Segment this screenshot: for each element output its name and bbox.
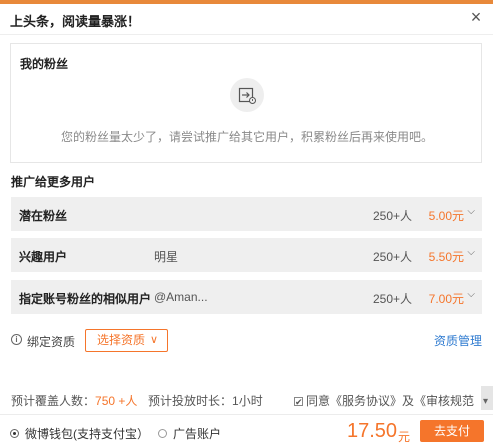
chevron-down-icon: ⌵ bbox=[467, 289, 475, 300]
duration-estimate: 预计投放时长：1小时 bbox=[148, 392, 263, 409]
chevron-down-icon: ∨ bbox=[149, 334, 158, 346]
qualification-row: i 绑定资质 选择资质 ∨ 资质管理 bbox=[11, 329, 482, 353]
promote-row-similar-followers[interactable]: 指定账号粉丝的相似用户 @Aman... 250+人 7.00元 ⌵ bbox=[11, 280, 482, 314]
info-icon: i bbox=[11, 334, 22, 345]
qualification-manage-link[interactable]: 资质管理 bbox=[434, 332, 482, 349]
chevron-down-icon: ⌵ bbox=[467, 206, 475, 217]
row-name: 兴趣用户 bbox=[19, 250, 68, 264]
row-audience-count: 250+人 bbox=[372, 209, 412, 223]
dialog-title: 上头条，阅读量暴涨！ bbox=[10, 14, 141, 29]
payment-bar: 微博钱包(支持支付宝） 广告账户 17.50 元 去支付 bbox=[0, 414, 493, 447]
dialog-titlebar: 上头条，阅读量暴涨！ × bbox=[0, 4, 493, 34]
row-audience-count: 250+人 bbox=[372, 250, 412, 264]
agreement-text[interactable]: 同意《服务协议》及《审核规范 bbox=[306, 394, 474, 408]
promote-section-title: 推广给更多用户 bbox=[11, 175, 96, 189]
title-divider bbox=[0, 34, 493, 35]
pay-button[interactable]: 去支付 bbox=[420, 420, 484, 442]
select-qualification-button[interactable]: 选择资质 ∨ bbox=[85, 329, 168, 352]
scrollbar-arrow[interactable] bbox=[481, 386, 493, 410]
total-price: 17.50 bbox=[347, 420, 398, 442]
chevron-down-icon: ⌵ bbox=[467, 247, 475, 258]
row-price: 7.00元 bbox=[428, 292, 464, 306]
fans-empty-message: 您的粉丝量太少了，请尝试推广给其它用户，积累粉丝后再来使用吧。 bbox=[60, 130, 433, 144]
price-unit: 元 bbox=[398, 430, 411, 444]
my-fans-title: 我的粉丝 bbox=[20, 57, 69, 71]
promote-row-interest-users[interactable]: 兴趣用户 明星 250+人 5.50元 ⌵ bbox=[11, 238, 482, 272]
qualification-label: 绑定资质 bbox=[27, 335, 76, 349]
row-name: 潜在粉丝 bbox=[19, 209, 68, 223]
promote-row-potential-fans[interactable]: 潜在粉丝 250+人 5.00元 ⌵ bbox=[11, 197, 482, 231]
row-detail: 明星 bbox=[154, 250, 179, 264]
row-detail: @Aman... bbox=[154, 290, 208, 304]
select-qualification-label: 选择资质 bbox=[97, 333, 146, 347]
row-price: 5.00元 bbox=[428, 209, 464, 223]
coverage-value: 750 +人 bbox=[95, 394, 138, 408]
coverage-label: 预计覆盖人数： bbox=[11, 394, 96, 408]
payment-option-label: 微博钱包(支持支付宝） bbox=[25, 427, 149, 441]
payment-option-wallet[interactable]: 微博钱包(支持支付宝） bbox=[10, 425, 149, 442]
agreement: ✔ 同意《服务协议》及《审核规范 bbox=[294, 392, 474, 409]
coverage-estimate: 预计覆盖人数：750 +人 bbox=[11, 392, 137, 409]
export-arrow-icon bbox=[230, 78, 264, 112]
row-price: 5.50元 bbox=[428, 250, 464, 264]
row-name: 指定账号粉丝的相似用户 bbox=[19, 292, 152, 306]
duration-label: 预计投放时长： bbox=[148, 394, 233, 408]
close-icon[interactable]: × bbox=[467, 8, 485, 26]
payment-option-ad-account[interactable]: 广告账户 bbox=[158, 425, 221, 442]
my-fans-panel: 我的粉丝 您的粉丝量太少了，请尝试推广给其它用户，积累粉丝后再来使用吧。 bbox=[10, 43, 482, 163]
duration-value: 1小时 bbox=[232, 394, 263, 408]
payment-option-label: 广告账户 bbox=[173, 427, 222, 441]
row-audience-count: 250+人 bbox=[372, 292, 412, 306]
agree-checkbox[interactable]: ✔ bbox=[294, 397, 303, 407]
estimate-summary: 预计覆盖人数：750 +人 预计投放时长：1小时 ✔ 同意《服务协议》及《审核规范 bbox=[11, 392, 493, 409]
radio-selected[interactable] bbox=[10, 429, 19, 438]
radio-unselected[interactable] bbox=[158, 429, 167, 438]
